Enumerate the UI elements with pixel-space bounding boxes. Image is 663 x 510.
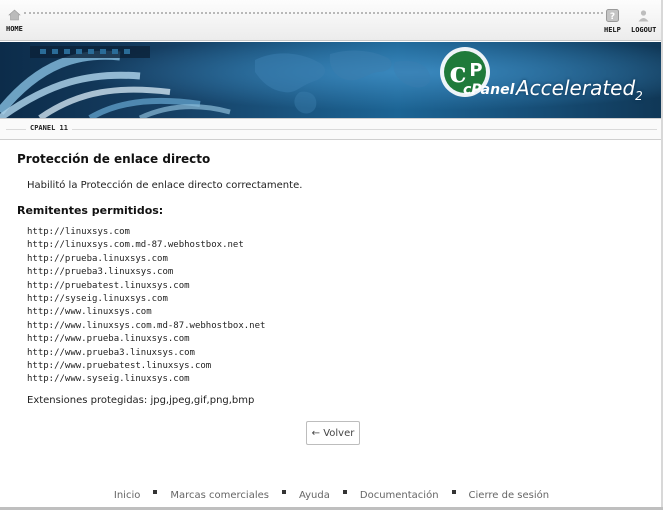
version-mark: 2 [635,89,643,103]
help-icon: ? [605,9,619,22]
extensions-label: Extensiones protegidas: [27,395,148,406]
footer-separator [342,490,347,494]
back-button[interactable]: ← Volver [306,421,360,445]
list-item: http://www.pruebatest.linuxsys.com [27,361,212,372]
list-item: http://www.syseig.linuxsys.com [27,374,190,385]
list-item: http://syseig.linuxsys.com [27,294,168,305]
help-button[interactable]: ? HELP [604,9,621,34]
version-bar-line [6,129,657,130]
footer-links: Inicio Marcas comerciales Ayuda Document… [0,485,663,505]
footer-link-home[interactable]: Inicio [114,490,140,501]
protected-extensions: Extensiones protegidas: jpg,jpeg,gif,png… [27,395,254,406]
product-name: Accelerated [516,76,636,100]
footer-link-trademarks[interactable]: Marcas comerciales [170,490,269,501]
allowed-referrers-list: http://linuxsys.com http://linuxsys.com.… [27,226,265,387]
success-message: Habilitó la Protección de enlace directo… [27,180,303,191]
list-item: http://www.prueba.linuxsys.com [27,334,190,345]
list-item: http://www.linuxsys.com [27,307,152,318]
page-title: Protección de enlace directo [17,152,211,166]
top-bar-divider [24,12,603,15]
help-label: HELP [604,26,621,34]
list-item: http://linuxsys.com.md-87.webhostbox.net [27,240,244,251]
cpanel-logo-text: cPanel [463,82,514,98]
footer-link-help[interactable]: Ayuda [299,490,330,501]
list-item: http://www.linuxsys.com.md-87.webhostbox… [27,320,266,331]
footer-separator [153,490,158,494]
svg-text:P: P [469,60,482,81]
footer-link-documentation[interactable]: Documentación [360,490,439,501]
list-item: http://www.prueba3.linuxsys.com [27,347,195,358]
svg-text:?: ? [610,12,615,22]
logout-icon [638,10,649,22]
footer-separator [281,490,286,494]
cpanel-banner: c P cPanel Accelerated2 [0,42,663,118]
top-navigation-bar: HOME ? HELP LOGOUT [0,0,663,41]
list-item: http://prueba.linuxsys.com [27,253,168,264]
main-content: Protección de enlace directo Habilitó la… [0,139,663,479]
logout-label: LOGOUT [631,26,657,34]
logout-button[interactable]: LOGOUT [631,9,656,34]
version-bar: CPANEL 11 [0,118,663,140]
home-label: HOME [6,25,23,33]
footer-link-logout[interactable]: Cierre de sesión [469,490,550,501]
cpanel-version: CPANEL 11 [26,124,72,132]
accelerated-logo-text: Accelerated2 [516,76,643,103]
home-button[interactable]: HOME [6,9,23,33]
footer-separator [451,490,456,494]
brand-name: cPanel [463,82,515,98]
referrers-heading: Remitentes permitidos: [17,204,164,217]
extensions-value: jpg,jpeg,gif,png,bmp [150,395,255,406]
list-item: http://linuxsys.com [27,227,130,237]
list-item: http://prueba3.linuxsys.com [27,267,174,278]
home-icon [8,9,21,21]
list-item: http://pruebatest.linuxsys.com [27,280,190,291]
